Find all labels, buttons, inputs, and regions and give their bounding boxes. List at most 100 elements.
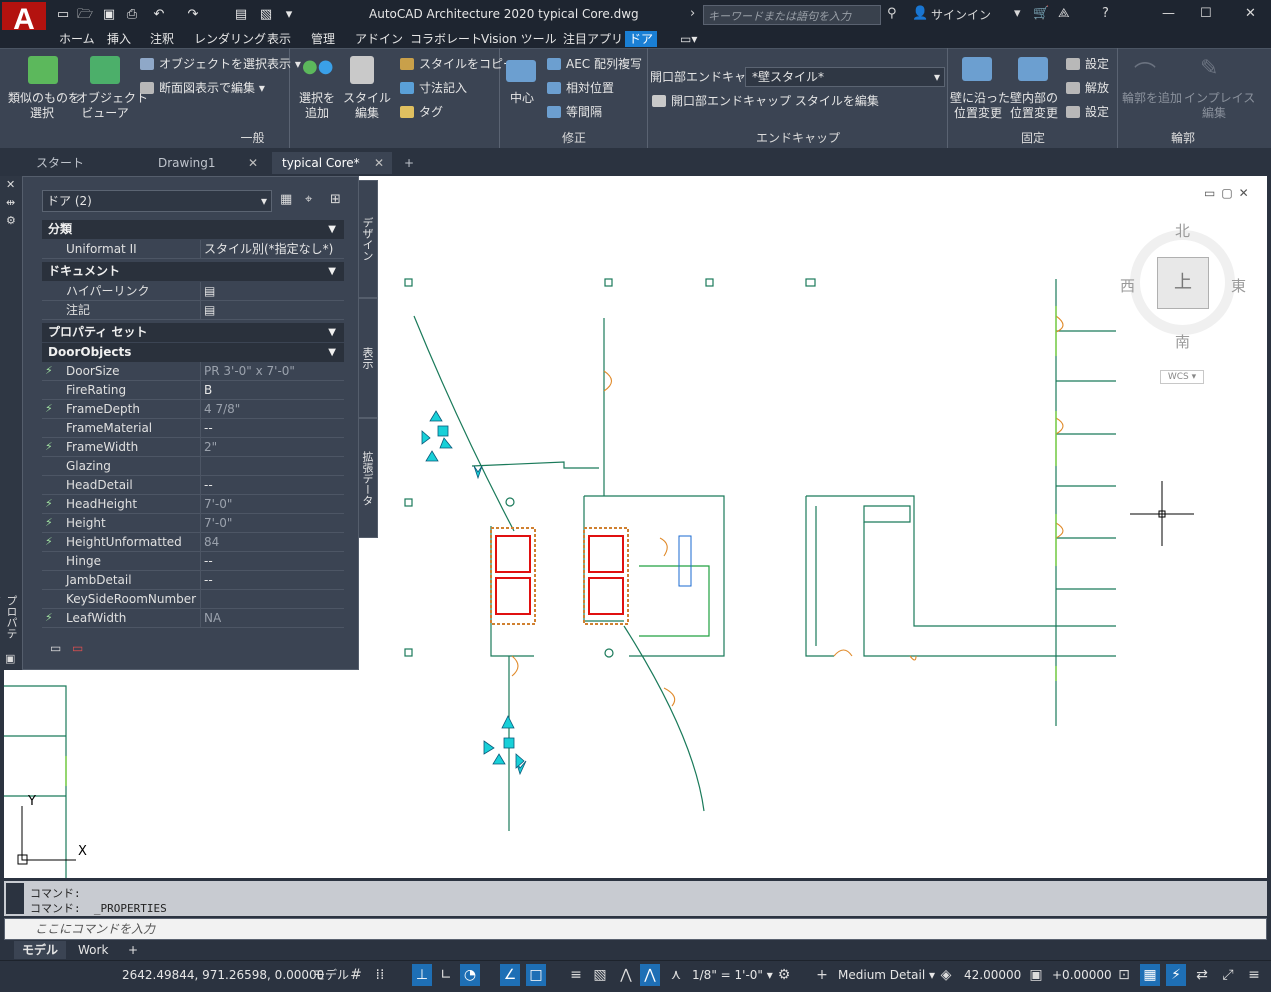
property-value[interactable] xyxy=(200,590,344,608)
property-value[interactable]: 7'-0" xyxy=(200,514,344,532)
wcs-menu[interactable]: WCS ▾ xyxy=(1160,370,1204,384)
select-objects-icon[interactable]: ⌖ xyxy=(305,192,312,207)
section-classification[interactable]: 分類 ▼ xyxy=(42,220,344,239)
doc-tab-typical-core[interactable]: typical Core* ✕ xyxy=(272,152,392,174)
relative-position-button[interactable]: 相対位置 xyxy=(547,80,614,96)
undo-icon[interactable]: ↶ xyxy=(150,6,168,24)
object-snap-icon[interactable]: □ xyxy=(526,964,546,986)
remove-property-set-icon[interactable]: ▭ xyxy=(72,641,83,655)
tab-collaborate[interactable]: コラボレート xyxy=(410,31,482,47)
property-row[interactable]: ⚡ Height 7'-0" xyxy=(42,514,344,533)
plus-icon[interactable]: + xyxy=(812,964,832,986)
object-viewer-icon[interactable] xyxy=(90,56,120,84)
search-input[interactable]: キーワードまたは語句を入力 xyxy=(703,5,881,25)
tag-button[interactable]: タグ xyxy=(400,104,443,120)
annotation-scale-dropdown[interactable]: 1/8" = 1'-0" ▾ xyxy=(692,966,773,984)
new-icon[interactable]: ▭ xyxy=(54,6,72,24)
reposition-within-wall-button[interactable]: 壁内部の 位置変更 xyxy=(1006,91,1062,121)
isolate-objects-icon[interactable]: ⊡ xyxy=(1114,964,1134,986)
worksheet-icon[interactable]: ▤ xyxy=(200,301,344,319)
select-similar-button[interactable]: 類似のものを 選択 xyxy=(8,91,80,121)
center-button[interactable]: 中心 xyxy=(502,91,542,106)
layout-tab-work[interactable]: Work xyxy=(70,941,116,959)
compass-south[interactable]: 南 xyxy=(1175,331,1190,352)
cart-icon[interactable]: 🛒 xyxy=(1033,6,1049,21)
transparency-icon[interactable]: ▧ xyxy=(590,964,610,986)
aec-array-button[interactable]: AEC 配列複写 xyxy=(547,56,642,72)
reposition-within-wall-icon[interactable] xyxy=(1018,57,1048,81)
property-row[interactable]: JambDetail -- xyxy=(42,571,344,590)
hardware-acceleration-icon[interactable]: ▦ xyxy=(1140,964,1160,986)
print-icon[interactable]: ⎙ xyxy=(123,6,141,24)
isodraft-icon[interactable]: ∠ xyxy=(500,964,520,986)
detail-level-dropdown[interactable]: Medium Detail ▾ xyxy=(838,966,935,984)
tab-door[interactable]: ドア xyxy=(625,31,658,47)
property-row[interactable]: HeadDetail -- xyxy=(42,476,344,495)
palette-close-icon[interactable]: ✕ xyxy=(6,178,15,191)
close-tab-icon[interactable]: ✕ xyxy=(248,152,258,174)
property-value[interactable]: 2" xyxy=(200,438,344,456)
property-row[interactable]: FireRating B xyxy=(42,381,344,400)
edit-in-section-button[interactable]: 断面図表示で編集 ▾ xyxy=(140,80,265,96)
close-tab-icon[interactable]: ✕ xyxy=(374,152,384,174)
reposition-along-wall-button[interactable]: 壁に沿った 位置変更 xyxy=(950,91,1010,121)
property-row[interactable]: ⚡ FrameWidth 2" xyxy=(42,438,344,457)
doc-tab-drawing1[interactable]: Drawing1 ✕ xyxy=(148,152,266,174)
grid-icon[interactable]: # xyxy=(346,964,366,986)
customize-qat-icon[interactable]: ▾ xyxy=(280,6,298,24)
tab-insert[interactable]: 挿入 xyxy=(107,31,131,47)
minimize-icon[interactable]: — xyxy=(1162,6,1175,21)
palette-settings-icon[interactable]: ⚙ xyxy=(6,214,16,227)
coordinate-readout[interactable]: 2642.49844, 971.26598, 0.00000 xyxy=(122,966,324,984)
command-grip[interactable] xyxy=(6,883,24,914)
anchor-set-2-button[interactable]: 設定 xyxy=(1066,104,1109,120)
toggle-pickadd-icon[interactable]: ⊞ xyxy=(330,192,341,207)
ortho-icon[interactable]: ∟ xyxy=(436,964,456,986)
tab-manage[interactable]: 管理 xyxy=(311,31,335,47)
center-icon[interactable] xyxy=(506,60,536,82)
palette-autohide-icon[interactable]: ⇹ xyxy=(6,196,15,209)
annotation-visibility-icon[interactable]: ⋀ xyxy=(616,964,636,986)
tab-home[interactable]: ホーム xyxy=(59,31,95,47)
property-row[interactable]: Hinge -- xyxy=(42,552,344,571)
anchor-release-button[interactable]: 解放 xyxy=(1066,80,1109,96)
tab-featured-apps[interactable]: 注目アプリ xyxy=(563,31,623,47)
fullscreen-icon[interactable]: ⤢ xyxy=(1218,964,1238,986)
property-value[interactable]: PR 3'-0" x 7'-0" xyxy=(200,362,344,380)
reposition-along-wall-icon[interactable] xyxy=(962,57,992,81)
property-row[interactable]: ⚡ FrameDepth 4 7/8" xyxy=(42,400,344,419)
property-row[interactable]: 注記 ▤ xyxy=(42,301,344,320)
doc-tab-start[interactable]: スタート xyxy=(26,152,144,174)
property-row[interactable]: ⚡ HeightUnformatted 84 xyxy=(42,533,344,552)
property-row[interactable]: Glazing xyxy=(42,457,344,476)
signin-button[interactable]: サインイン xyxy=(931,6,991,23)
anchor-set-button[interactable]: 設定 xyxy=(1066,56,1109,72)
help-icon[interactable]: ? xyxy=(1102,6,1109,21)
add-selected-icon[interactable]: ●● xyxy=(302,56,333,84)
compass-west[interactable]: 西 xyxy=(1120,275,1135,296)
tab-annotate[interactable]: 注釈 xyxy=(150,31,174,47)
layout-tab-model[interactable]: モデル xyxy=(14,941,67,959)
property-value[interactable]: NA xyxy=(200,609,344,627)
endcap-style-dropdown[interactable]: *壁スタイル* ▾ xyxy=(745,67,945,87)
tab-render[interactable]: レンダリング xyxy=(194,31,266,47)
chevron-right-icon[interactable]: › xyxy=(690,6,695,21)
maximize-icon[interactable]: ☐ xyxy=(1200,6,1212,21)
cloud-sync-icon[interactable]: ⇄ xyxy=(1192,964,1212,986)
property-row[interactable]: KeySideRoomNumber xyxy=(42,590,344,609)
property-row[interactable]: FrameMaterial -- xyxy=(42,419,344,438)
tab-addins[interactable]: アドイン xyxy=(355,31,403,47)
compass-east[interactable]: 東 xyxy=(1231,275,1246,296)
property-value[interactable]: B xyxy=(200,381,344,399)
customization-icon[interactable]: ≡ xyxy=(1244,964,1264,986)
connect-icon[interactable]: ⟁ xyxy=(1058,6,1070,21)
add-dimension-button[interactable]: 寸法記入 xyxy=(400,80,467,96)
offset-value[interactable]: +0.00000 xyxy=(1052,966,1112,984)
new-tab-button[interactable]: + xyxy=(398,152,422,174)
annotation-scale-icon[interactable]: ⋏ xyxy=(666,964,686,986)
style-edit-icon[interactable] xyxy=(350,56,374,84)
command-input[interactable]: ここにコマンドを入力 xyxy=(4,918,1267,940)
section-property-sets[interactable]: プロパティ セット ▼ xyxy=(42,323,344,342)
property-row[interactable]: ⚡ HeadHeight 7'-0" xyxy=(42,495,344,514)
worksheet-icon[interactable]: ▤ xyxy=(200,282,344,300)
